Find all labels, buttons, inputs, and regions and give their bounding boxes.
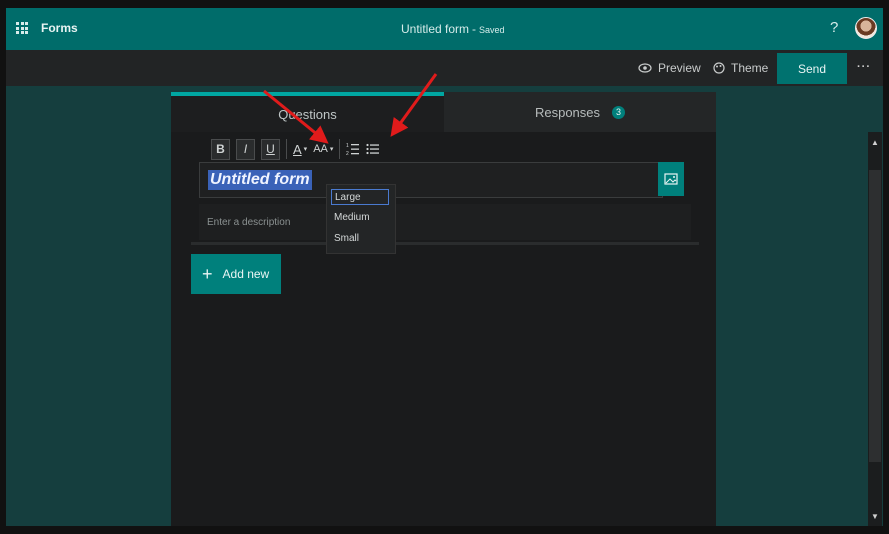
arrow-to-font-size bbox=[263, 89, 329, 144]
forms-window: Forms Untitled form - Saved ? Preview Them… bbox=[6, 8, 883, 526]
annotation-arrows bbox=[263, 73, 438, 144]
arrow-to-list-buttons bbox=[390, 73, 438, 137]
